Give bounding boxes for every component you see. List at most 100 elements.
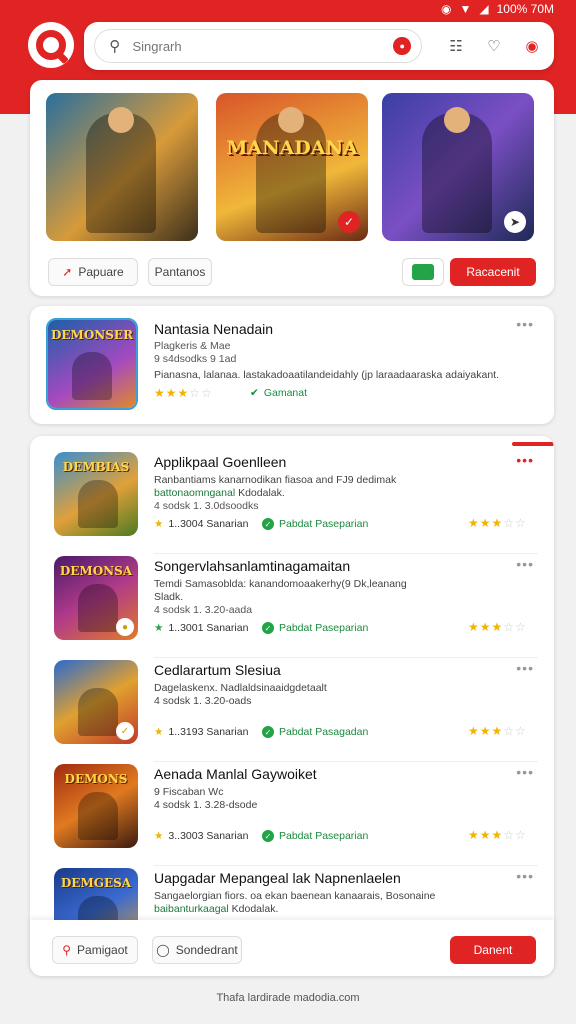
- heart-icon[interactable]: ♡: [484, 36, 504, 56]
- list-item[interactable]: ✓ Cedlarartum Slesiua Dagelaskenx. Nadla…: [30, 658, 554, 762]
- app-meta: 4 sodsk 1. 3.0dsoodks: [154, 500, 259, 512]
- app-title: Uapgadar Mepangeal lak Napnenlaelen: [154, 870, 401, 886]
- app-meta: 9 s4dsodks 9 1ad: [154, 353, 237, 365]
- app-description: Sangaelorgian fiors. oa ekan baenean kan…: [154, 890, 436, 902]
- bottom-action-bar: ⚲ Pamigaot ◯ Sondedrant Danent: [30, 920, 554, 976]
- rating-stars: ★★★☆☆: [468, 516, 527, 530]
- app-tag: ✓ Pabdat Paseparian: [262, 518, 368, 530]
- toggle-button[interactable]: [402, 258, 444, 286]
- app-icon[interactable]: DEMONS: [54, 764, 138, 848]
- verified-icon: ✓: [116, 722, 134, 740]
- app-logo[interactable]: [28, 22, 74, 68]
- more-options-icon[interactable]: •••: [516, 316, 534, 332]
- app-description-line2: 4 sodsk 1. 3.20-oads: [154, 695, 252, 707]
- download-count: ★ 1..3004 Sanarian: [154, 518, 249, 530]
- app-list: DEMBIAS Applikpaal Goenlleen Ranbantiams…: [30, 436, 554, 976]
- app-tag: ✔ Gamanat: [250, 387, 308, 399]
- app-description: Ranbantiams kanarnodikan fiasoa and FJ9 …: [154, 474, 397, 486]
- banner-image[interactable]: [46, 93, 198, 241]
- recommend-button[interactable]: Racacenit: [450, 258, 536, 286]
- download-count: ★ 3..3003 Sanarian: [154, 830, 249, 842]
- rating-stars: ★★★☆☆: [154, 386, 213, 400]
- search-tab-button[interactable]: ⚲ Pamigaot: [52, 936, 138, 964]
- check-icon: ✓: [262, 518, 274, 530]
- app-icon[interactable]: ✓: [54, 660, 138, 744]
- banner-image[interactable]: MANADANA ✓: [216, 93, 368, 241]
- signal-icon: ◢: [479, 2, 489, 16]
- more-options-icon[interactable]: •••: [516, 868, 534, 884]
- check-icon: ✔: [250, 387, 259, 399]
- app-tag: ✓ Pabdat Paseparian: [262, 830, 368, 842]
- app-title: Applikpaal Goenlleen: [154, 454, 287, 470]
- app-title: Cedlarartum Slesiua: [154, 662, 281, 678]
- rating-stars: ★★★☆☆: [468, 620, 527, 634]
- list-item[interactable]: DEMBIAS Applikpaal Goenlleen Ranbantiams…: [30, 450, 554, 554]
- more-options-icon[interactable]: •••: [516, 452, 534, 468]
- sort-button[interactable]: ◯ Sondedrant: [152, 936, 242, 964]
- more-options-icon[interactable]: •••: [516, 660, 534, 676]
- app-description-line2: 4 sodsk 1. 3.28-dsode: [154, 799, 258, 811]
- app-title: Songervlahsanlamtinagamaitan: [154, 558, 351, 574]
- app-description-line2: battonaomnganal Kdodalak.: [154, 487, 285, 499]
- download-count: ★ 1..3001 Sanarian: [154, 622, 249, 634]
- app-description-line2: Sladk.: [154, 591, 184, 603]
- search-input[interactable]: [132, 38, 386, 54]
- profile-icon[interactable]: ◉: [522, 36, 542, 56]
- check-icon: ✓: [262, 622, 274, 634]
- app-title: Nantasia Nenadain: [154, 321, 274, 337]
- status-bar: ◉ ▼ ◢ 100% 70M: [0, 0, 576, 18]
- list-item[interactable]: DEMONSA ● Songervlahsanlamtinagamaitan T…: [30, 554, 554, 658]
- app-description: Dagelaskenx. Nadlaldsinaaidgdetaalt: [154, 682, 327, 694]
- app-icon[interactable]: DEMBIAS: [54, 452, 138, 536]
- check-icon: ✓: [262, 830, 274, 842]
- star-icon: ★: [154, 830, 164, 842]
- app-icon[interactable]: DEMONSA ●: [54, 556, 138, 640]
- star-icon: ★: [154, 726, 164, 738]
- more-options-icon[interactable]: •••: [516, 556, 534, 572]
- popular-button[interactable]: ➚ Papuare: [48, 258, 138, 286]
- status-text: 100% 70M: [496, 2, 554, 16]
- app-description: Pianasna, lalanaa. lastakadoaatilandeida…: [154, 369, 499, 381]
- badge-icon: ●: [116, 618, 134, 636]
- search-field-container: ⚲ ●: [94, 29, 422, 63]
- check-icon: ✓: [262, 726, 274, 738]
- trend-icon: ➚: [62, 265, 73, 279]
- star-icon: ★: [154, 518, 164, 530]
- list-accent-bar: [512, 442, 554, 446]
- featured-app-card[interactable]: DEMONSER Nantasia Nenadain Plagkeris & M…: [30, 306, 554, 424]
- logo-search-icon: [36, 30, 66, 60]
- banner-hero-art: [256, 107, 326, 233]
- app-title: Aenada Manlal Gaywoiket: [154, 766, 317, 782]
- footer-text: Thafa lardirade madodia.com: [216, 992, 360, 1004]
- app-description: Temdi Samasoblda: kanandomoaakerhy(9 Dk,…: [154, 578, 407, 590]
- sort-icon: ◯: [156, 943, 170, 957]
- banner-carousel: MANADANA ✓ ➤ ➚ Papuare Pantanos Racaceni…: [30, 80, 554, 296]
- banner-title: MANADANA: [226, 137, 358, 159]
- app-description: 9 Fiscaban Wc: [154, 786, 224, 798]
- banner-hero-art: [422, 107, 492, 233]
- search-icon: ⚲: [109, 38, 121, 55]
- toggle-icon: [412, 264, 434, 280]
- star-icon: ★: [154, 622, 164, 634]
- verified-icon: ✓: [338, 211, 360, 233]
- search-icon: ⚲: [62, 943, 72, 957]
- app-meta: 4 sodsk 1. 3.20-aada: [154, 604, 253, 616]
- app-icon[interactable]: DEMONSER: [46, 318, 138, 410]
- bookmark-icon[interactable]: ☷: [446, 36, 466, 56]
- rating-stars: ★★★☆☆: [468, 828, 527, 842]
- banner-image[interactable]: ➤: [382, 93, 534, 241]
- app-tag: ✓ Pabdat Paseparian: [262, 622, 368, 634]
- random-button[interactable]: Pantanos: [148, 258, 212, 286]
- list-item[interactable]: DEMONS Aenada Manlal Gaywoiket 9 Fiscaba…: [30, 762, 554, 866]
- voice-search-icon[interactable]: ●: [393, 37, 411, 55]
- banner-hero-art: [86, 107, 156, 233]
- more-options-icon[interactable]: •••: [516, 764, 534, 780]
- download-count: ★ 1..3193 Sanarian: [154, 726, 249, 738]
- wifi-icon: ▼: [459, 2, 472, 16]
- search-bar: ⚲ ● ☷ ♡ ◉: [84, 22, 554, 70]
- primary-action-button[interactable]: Danent: [450, 936, 536, 964]
- app-developer: Plagkeris & Mae: [154, 340, 231, 352]
- app-description-line2: baibanturkaagal Kdodalak.: [154, 903, 279, 915]
- notification-icon: ◉: [441, 2, 452, 16]
- app-tag: ✓ Pabdat Pasagadan: [262, 726, 368, 738]
